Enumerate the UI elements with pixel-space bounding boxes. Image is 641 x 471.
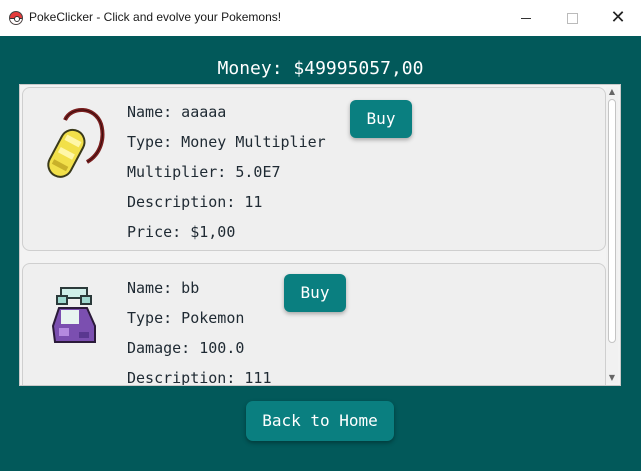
item-list[interactable]: Name: aaaaa Type: Money Multiplier Multi… (19, 84, 621, 386)
scroll-up-icon[interactable]: ▲ (607, 87, 617, 97)
item-name: Name: aaaaa (127, 103, 227, 121)
money-label: Money: $49995057,00 (217, 58, 424, 79)
pokeball-icon (9, 11, 23, 25)
shop-screen: Money: $49995057,00 Name: aaaaa Type: Mo… (0, 36, 641, 471)
close-icon: ✕ (610, 7, 626, 28)
item-card: Name: aaaaa Type: Money Multiplier Multi… (22, 87, 606, 251)
title-bar: PokeClicker - Click and evolve your Poke… (0, 0, 641, 36)
item-type: Type: Pokemon (127, 309, 245, 327)
buy-button[interactable]: Buy (284, 274, 346, 312)
vertical-scrollbar[interactable]: ▲ ▼ (606, 87, 618, 383)
potion-bottle-icon (51, 287, 96, 343)
item-type: Type: Money Multiplier (127, 133, 326, 151)
maximize-icon (566, 12, 578, 24)
maximize-button[interactable] (549, 0, 595, 36)
item-info: Name: bb Type: Pokemon Damage: 100.0 Des… (127, 278, 272, 386)
scroll-down-icon[interactable]: ▼ (607, 373, 617, 383)
buy-button[interactable]: Buy (350, 100, 412, 138)
minimize-icon (521, 17, 531, 19)
scrollbar-thumb[interactable] (608, 99, 616, 343)
item-name: Name: bb (127, 279, 200, 297)
item-multiplier: Multiplier: 5.0E7 (127, 163, 281, 181)
minimize-button[interactable] (503, 0, 549, 36)
item-description: Description: 11 (127, 193, 263, 211)
item-price: Price: $1,00 (127, 223, 236, 241)
back-to-home-button[interactable]: Back to Home (246, 401, 394, 441)
window-title: PokeClicker - Click and evolve your Poke… (29, 10, 282, 24)
item-info: Name: aaaaa Type: Money Multiplier Multi… (127, 102, 326, 252)
item-card: Name: bb Type: Pokemon Damage: 100.0 Des… (22, 263, 606, 386)
close-button[interactable]: ✕ (595, 0, 641, 36)
amulet-coin-icon (47, 108, 105, 178)
item-damage: Damage: 100.0 (127, 339, 245, 357)
item-description: Description: 111 (127, 369, 272, 386)
